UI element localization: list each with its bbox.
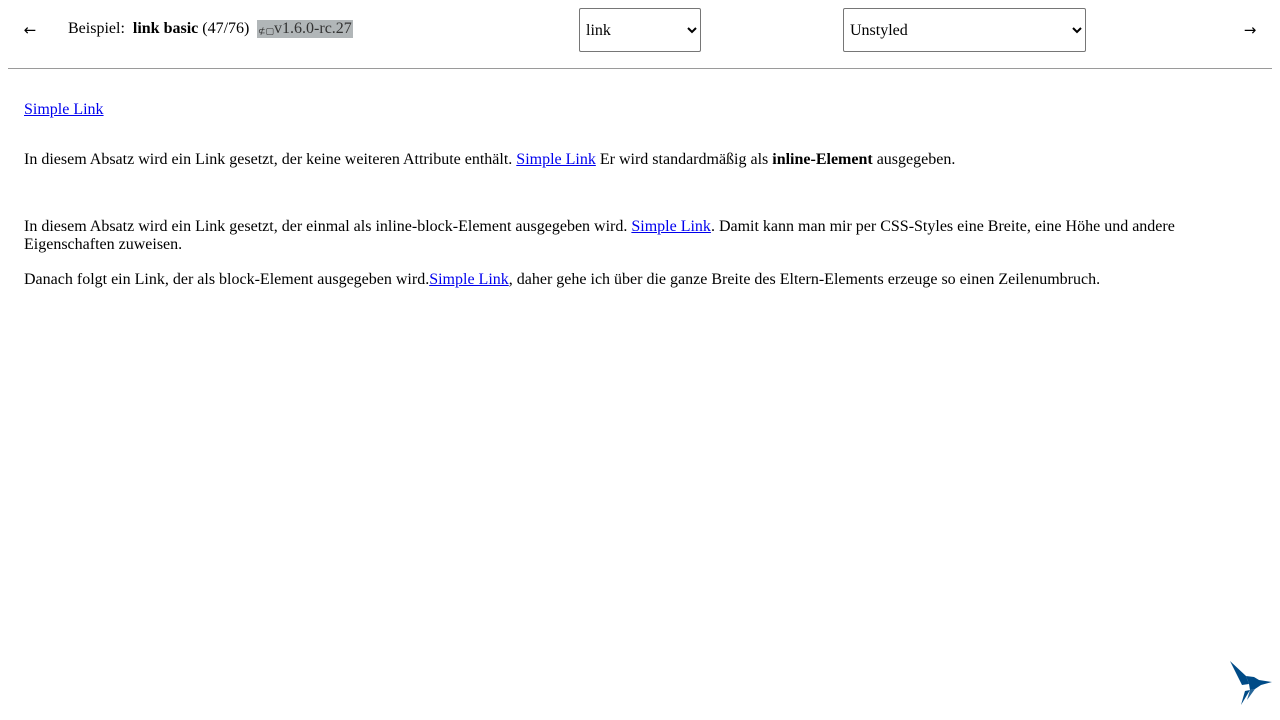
version-badge: ⊄▢v1.6.0-rc.27 — [257, 20, 353, 38]
arrow-right-icon: → — [1243, 21, 1257, 39]
block-link[interactable]: Simple Link — [429, 271, 509, 288]
previous-example-button[interactable]: ← — [18, 18, 42, 42]
theme-select[interactable]: Unstyled — [843, 8, 1086, 52]
hummingbird-logo-icon — [1230, 661, 1272, 705]
component-select[interactable]: link — [579, 8, 701, 52]
arrow-left-icon: ← — [23, 21, 37, 39]
paragraph-inline-link: In diesem Absatz wird ein Link gesetzt, … — [24, 150, 955, 170]
paragraph-text: In diesem Absatz wird ein Link gesetzt, … — [24, 151, 517, 168]
example-counter: (47/76) — [202, 20, 250, 37]
inline-block-link[interactable]: Simple Link — [631, 218, 711, 235]
paragraph-text: Er wird standardmäßig als — [595, 151, 773, 168]
paragraph-text: ausgegeben. — [872, 151, 956, 168]
example-label: Beispiel: — [68, 20, 125, 37]
header-divider — [8, 68, 1272, 69]
paragraph-text: Danach folgt ein Link, der als block-Ele… — [24, 271, 430, 288]
next-example-button[interactable]: → — [1238, 18, 1262, 42]
version-text: v1.6.0-rc.27 — [274, 20, 352, 37]
paragraph-text: , daher gehe ich über die ganze Breite d… — [508, 271, 1101, 288]
inline-link[interactable]: Simple Link — [516, 151, 596, 168]
paragraph-text: In diesem Absatz wird ein Link gesetzt, … — [24, 218, 632, 235]
toolbar: ← Beispiel: link basic (47/76) ⊄▢v1.6.0-r… — [0, 0, 1280, 60]
example-breadcrumb: Beispiel: link basic (47/76) — [68, 19, 249, 39]
simple-link[interactable]: Simple Link — [24, 101, 104, 118]
example-name: link basic — [132, 20, 199, 37]
paragraph-inline-block-link: In diesem Absatz wird ein Link gesetzt, … — [24, 218, 1256, 254]
tag-icon: ⊄▢ — [258, 27, 275, 37]
paragraph-simple-link: Simple Link — [24, 100, 104, 120]
paragraph-block-link: Danach folgt ein Link, der als block-Ele… — [24, 270, 1100, 290]
paragraph-bold-text: inline-Element — [772, 151, 873, 168]
